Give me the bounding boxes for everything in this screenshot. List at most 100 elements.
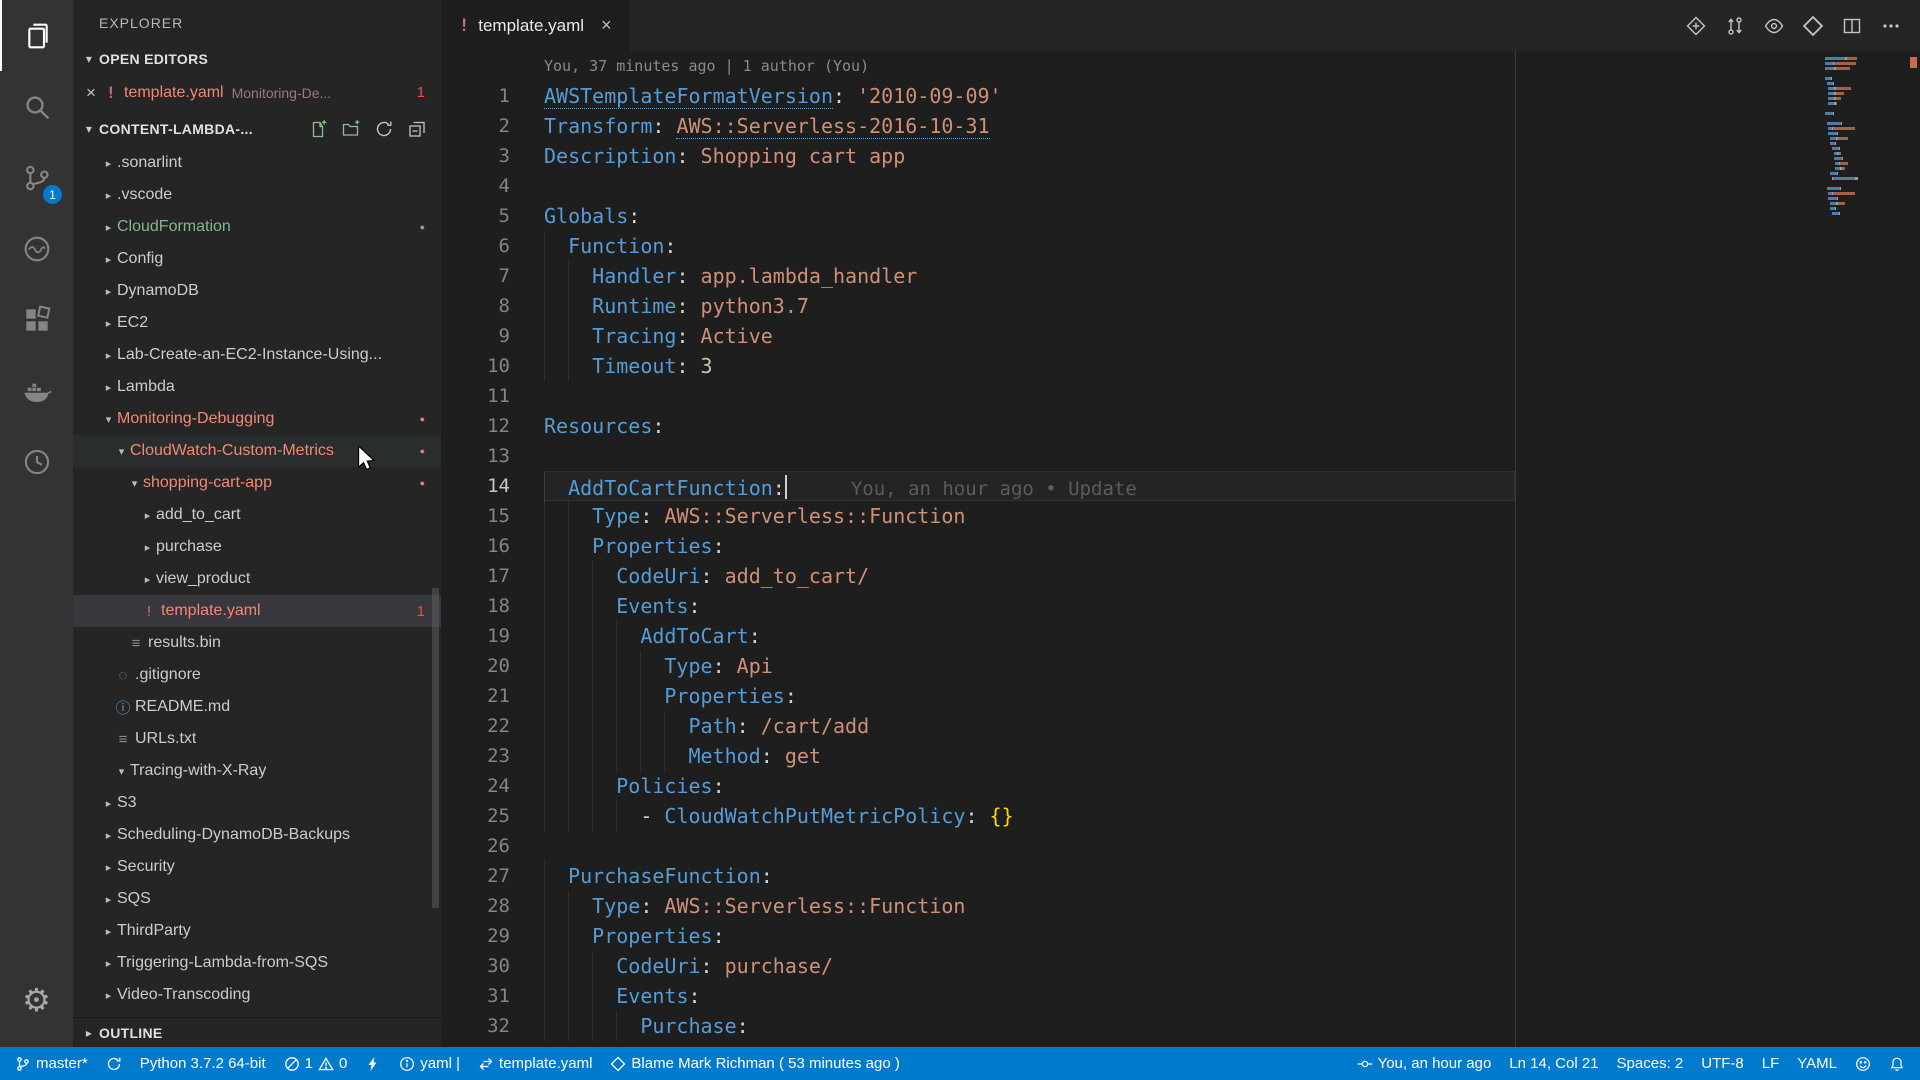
settings-button[interactable]: ⚙ <box>0 964 73 1035</box>
history-activity-button[interactable] <box>0 426 73 497</box>
code-line-21[interactable]: 21 Properties: <box>441 681 1920 711</box>
tree-item-monitoring-debugging[interactable]: ▾Monitoring-Debugging● <box>73 403 441 435</box>
open-editor-item[interactable]: × ! template.yaml Monitoring-De... 1 <box>73 74 441 111</box>
code-line-24[interactable]: 24 Policies: <box>441 771 1920 801</box>
code-line-31[interactable]: 31 Events: <box>441 981 1920 1011</box>
status-gitlens-blame[interactable]: Blame Mark Richman ( 53 minutes ago ) <box>601 1047 908 1080</box>
workspace-folder-header[interactable]: ▾ CONTENT-LAMBDA-... <box>73 111 441 147</box>
gitlens-authors-codelens[interactable]: You, 37 minutes ago | 1 author (You) <box>544 51 869 81</box>
tree-item-purchase[interactable]: ▸purchase <box>73 531 441 563</box>
code-line-26[interactable]: 26 <box>441 831 1920 861</box>
tree-item-view-product[interactable]: ▸view_product <box>73 563 441 595</box>
more-actions-button[interactable] <box>1880 15 1902 37</box>
status-problems[interactable]: 10 <box>275 1047 357 1080</box>
tree-item-cloudformation[interactable]: ▸CloudFormation● <box>73 211 441 243</box>
tree-item-add-to-cart[interactable]: ▸add_to_cart <box>73 499 441 531</box>
tree-item-results-bin[interactable]: ≡results.bin <box>73 627 441 659</box>
sidebar-scrollbar[interactable] <box>432 588 439 908</box>
code-line-25[interactable]: 25 - CloudWatchPutMetricPolicy: {} <box>441 801 1920 831</box>
status-cursor-position[interactable]: Ln 14, Col 21 <box>1500 1047 1607 1080</box>
code-line-28[interactable]: 28 Type: AWS::Serverless::Function <box>441 891 1920 921</box>
code-line-5[interactable]: 5Globals: <box>441 201 1920 231</box>
search-activity-button[interactable] <box>0 71 73 142</box>
split-editor-button[interactable] <box>1841 15 1863 37</box>
sonarlint-activity-button[interactable] <box>0 213 73 284</box>
status-notifications[interactable] <box>1880 1047 1914 1080</box>
code-line-12[interactable]: 12Resources: <box>441 411 1920 441</box>
source-control-activity-button[interactable]: 1 <box>0 142 73 213</box>
code-line-22[interactable]: 22 Path: /cart/add <box>441 711 1920 741</box>
collapse-folders-button[interactable] <box>407 119 427 139</box>
status-active-file[interactable]: template.yaml <box>469 1047 601 1080</box>
code-line-7[interactable]: 7 Handler: app.lambda_handler <box>441 261 1920 291</box>
tree-item-readme-md[interactable]: ⓘREADME.md <box>73 691 441 723</box>
code-line-11[interactable]: 11 <box>441 381 1920 411</box>
tree-item-sqs[interactable]: ▸SQS <box>73 883 441 915</box>
status-sonarlint-language[interactable]: yaml | <box>390 1047 469 1080</box>
status-flash[interactable] <box>356 1047 390 1080</box>
status-indentation[interactable]: Spaces: 2 <box>1608 1047 1693 1080</box>
code-line-1[interactable]: 1AWSTemplateFormatVersion: '2010-09-09' <box>441 81 1920 111</box>
code-line-18[interactable]: 18 Events: <box>441 591 1920 621</box>
code-line-19[interactable]: 19 AddToCart: <box>441 621 1920 651</box>
status-language-mode[interactable]: YAML <box>1788 1047 1846 1080</box>
code-line-20[interactable]: 20 Type: Api <box>441 651 1920 681</box>
tree-item-gitignore[interactable]: ◌.gitignore <box>73 659 441 691</box>
close-icon[interactable]: × <box>86 83 106 103</box>
code-line-27[interactable]: 27 PurchaseFunction: <box>441 861 1920 891</box>
tree-item-scheduling-dynamodb-backups[interactable]: ▸Scheduling-DynamoDB-Backups <box>73 819 441 851</box>
tree-item-triggering-lambda-from-sqs[interactable]: ▸Triggering-Lambda-from-SQS <box>73 947 441 979</box>
gitlens-button[interactable] <box>1802 15 1824 37</box>
extensions-activity-button[interactable] <box>0 284 73 355</box>
tree-item-sonarlint[interactable]: ▸.sonarlint <box>73 147 441 179</box>
code-line-3[interactable]: 3Description: Shopping cart app <box>441 141 1920 171</box>
new-file-button[interactable] <box>308 119 328 139</box>
status-gitlens-mode[interactable]: You, an hour ago <box>1348 1047 1501 1080</box>
tree-item-lab-create-an-ec2-instance-using[interactable]: ▸Lab-Create-an-EC2-Instance-Using... <box>73 339 441 371</box>
tree-item-lambda[interactable]: ▸Lambda <box>73 371 441 403</box>
code-line-17[interactable]: 17 CodeUri: add_to_cart/ <box>441 561 1920 591</box>
tree-item-ec2[interactable]: ▸EC2 <box>73 307 441 339</box>
status-sync[interactable] <box>97 1047 131 1080</box>
code-line-8[interactable]: 8 Runtime: python3.7 <box>441 291 1920 321</box>
status-feedback[interactable] <box>1846 1047 1880 1080</box>
code-line-15[interactable]: 15 Type: AWS::Serverless::Function <box>441 501 1920 531</box>
code-line-32[interactable]: 32 Purchase: <box>441 1011 1920 1041</box>
tree-item-shopping-cart-app[interactable]: ▾shopping-cart-app● <box>73 467 441 499</box>
code-line-14[interactable]: 14 AddToCartFunction:You, an hour ago • … <box>441 471 1920 501</box>
tab-template-yaml[interactable]: ! template.yaml × <box>441 0 630 51</box>
code-line-9[interactable]: 9 Tracing: Active <box>441 321 1920 351</box>
code-line-10[interactable]: 10 Timeout: 3 <box>441 351 1920 381</box>
minimap[interactable] <box>1825 57 1917 217</box>
code-line-30[interactable]: 30 CodeUri: purchase/ <box>441 951 1920 981</box>
refresh-explorer-button[interactable] <box>374 119 394 139</box>
tree-item-tracing-with-x-ray[interactable]: ▾Tracing-with-X-Ray <box>73 755 441 787</box>
tree-item-config[interactable]: ▸Config <box>73 243 441 275</box>
tree-item-video-transcoding[interactable]: ▸Video-Transcoding <box>73 979 441 1011</box>
code-line-13[interactable]: 13 <box>441 441 1920 471</box>
code-line-29[interactable]: 29 Properties: <box>441 921 1920 951</box>
status-python-interpreter[interactable]: Python 3.7.2 64-bit <box>131 1047 275 1080</box>
status-encoding[interactable]: UTF-8 <box>1692 1047 1753 1080</box>
status-eol[interactable]: LF <box>1753 1047 1789 1080</box>
close-tab-icon[interactable]: × <box>601 15 612 36</box>
tree-item-thirdparty[interactable]: ▸ThirdParty <box>73 915 441 947</box>
code-line-4[interactable]: 4 <box>441 171 1920 201</box>
compare-with-previous-button[interactable] <box>1724 15 1746 37</box>
code-area[interactable]: 1AWSTemplateFormatVersion: '2010-09-09'2… <box>441 81 1920 1041</box>
tree-item-security[interactable]: ▸Security <box>73 851 441 883</box>
new-folder-button[interactable] <box>341 119 361 139</box>
tree-item-cloudwatch-custom-metrics[interactable]: ▾CloudWatch-Custom-Metrics● <box>73 435 441 467</box>
open-editors-header[interactable]: ▾ OPEN EDITORS <box>73 44 441 74</box>
tree-item-template-yaml[interactable]: !template.yaml1 <box>73 595 441 627</box>
code-line-6[interactable]: 6 Function: <box>441 231 1920 261</box>
status-git-branch[interactable]: master* <box>6 1047 97 1080</box>
tree-item-dynamodb[interactable]: ▸DynamoDB <box>73 275 441 307</box>
tree-item-s3[interactable]: ▸S3 <box>73 787 441 819</box>
tree-item-urls-txt[interactable]: ≡URLs.txt <box>73 723 441 755</box>
code-line-23[interactable]: 23 Method: get <box>441 741 1920 771</box>
gitlens-diff-previous-button[interactable] <box>1685 15 1707 37</box>
outline-header[interactable]: ▸ OUTLINE <box>73 1017 441 1047</box>
code-line-2[interactable]: 2Transform: AWS::Serverless-2016-10-31 <box>441 111 1920 141</box>
docker-activity-button[interactable] <box>0 355 73 426</box>
